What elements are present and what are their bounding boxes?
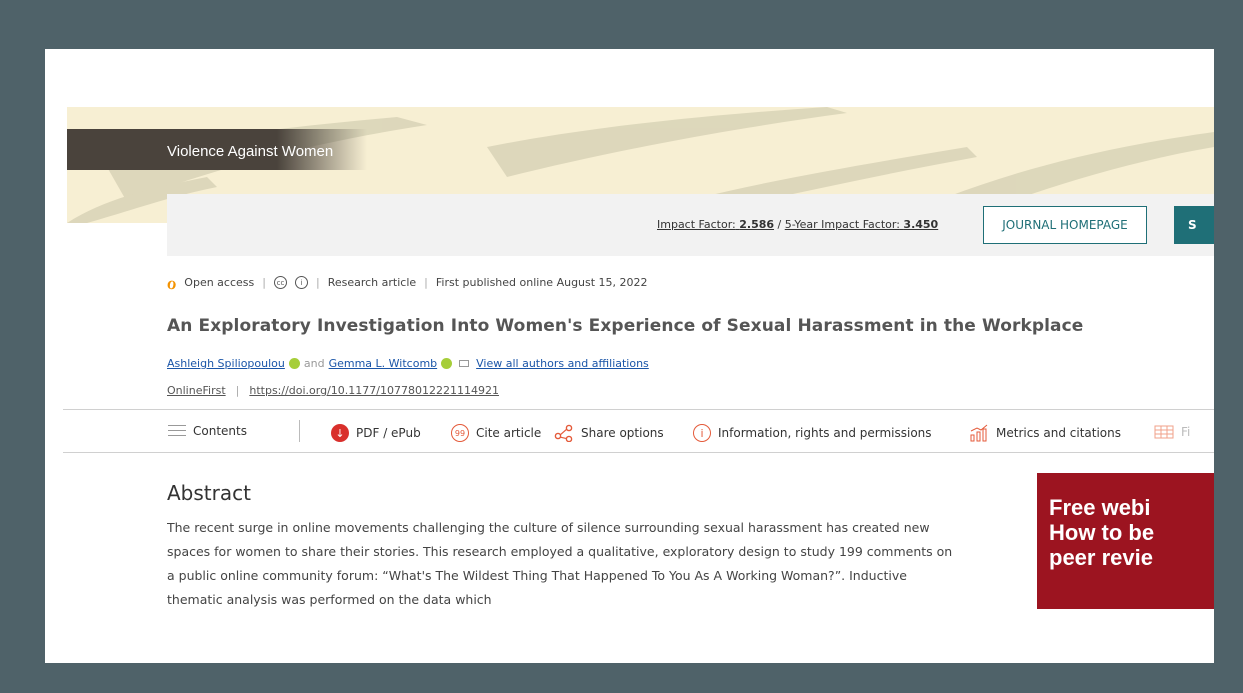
- author-list: Ashleigh Spiliopoulou and Gemma L. Witco…: [167, 357, 649, 370]
- information-rights-button[interactable]: i Information, rights and permissions: [693, 424, 932, 442]
- metrics-icon: [970, 424, 988, 442]
- download-icon: ↓: [331, 424, 349, 442]
- creative-commons-icon: cc: [273, 275, 287, 289]
- doi-link[interactable]: https://doi.org/10.1177/1077801222111492…: [249, 384, 499, 397]
- webinar-advertisement[interactable]: Free webi How to be peer revie: [1037, 473, 1214, 609]
- impact-factor-value: 2.586: [739, 218, 775, 231]
- doi-separator: |: [235, 384, 240, 397]
- journal-homepage-button[interactable]: JOURNAL HOMEPAGE: [983, 206, 1147, 244]
- cite-article-button[interactable]: 99 Cite article: [451, 424, 541, 442]
- impact-factor-link[interactable]: Impact Factor: 2.586: [657, 218, 774, 231]
- doi-row: OnlineFirst | https://doi.org/10.1177/10…: [167, 384, 499, 397]
- publication-status[interactable]: OnlineFirst: [167, 384, 226, 397]
- pdf-label: PDF / ePub: [356, 426, 421, 440]
- five-year-label: 5-Year Impact Factor:: [784, 218, 900, 231]
- open-access-label: Open access: [184, 275, 255, 289]
- five-year-value: 3.450: [903, 218, 939, 231]
- abstract-text: The recent surge in online movements cha…: [167, 520, 953, 607]
- abstract-heading: Abstract: [167, 481, 251, 505]
- page-card: Violence Against Women Impact Factor: 2.…: [45, 49, 1214, 663]
- attribution-icon: i: [294, 275, 308, 289]
- table-icon: [1154, 425, 1174, 439]
- article-type: Research article: [327, 275, 417, 289]
- quote-icon: 99: [451, 424, 469, 442]
- meta-separator: |: [262, 275, 266, 289]
- share-label: Share options: [581, 426, 664, 440]
- metrics-label: Metrics and citations: [996, 426, 1121, 440]
- share-options-button[interactable]: Share options: [554, 424, 664, 442]
- orcid-icon[interactable]: [288, 358, 300, 369]
- ad-text: Free webi How to be peer revie: [1049, 495, 1155, 570]
- submit-paper-button[interactable]: S: [1174, 206, 1214, 244]
- share-icon: [554, 424, 573, 442]
- meta-separator: |: [424, 275, 428, 289]
- author-link[interactable]: Ashleigh Spiliopoulou: [167, 357, 285, 370]
- publication-date: First published online August 15, 2022: [435, 275, 648, 289]
- meta-separator: |: [315, 275, 320, 289]
- cite-label: Cite article: [476, 426, 542, 440]
- info-icon: i: [693, 424, 711, 442]
- info-label: Information, rights and permissions: [718, 426, 932, 440]
- pdf-epub-button[interactable]: ↓ PDF / ePub: [331, 424, 421, 442]
- impact-factor-label: Impact Factor:: [657, 218, 736, 231]
- article-title: An Exploratory Investigation Into Women'…: [167, 316, 1084, 336]
- metrics-citations-button[interactable]: Metrics and citations: [969, 424, 1121, 442]
- figures-tables-button[interactable]: Fi: [1154, 424, 1190, 440]
- journal-title[interactable]: Violence Against Women: [167, 143, 333, 160]
- five-year-impact-link[interactable]: 5-Year Impact Factor: 3.450: [785, 218, 938, 231]
- author-conjunction: and: [303, 357, 325, 370]
- author-link[interactable]: Gemma L. Witcomb: [329, 357, 438, 370]
- toolbar-divider: [299, 420, 300, 442]
- contents-button[interactable]: Contents: [168, 424, 247, 438]
- list-icon: [168, 425, 186, 437]
- view-all-authors-link[interactable]: View all authors and affiliations: [476, 357, 649, 370]
- impact-factors: Impact Factor: 2.586 / 5-Year Impact Fac…: [657, 218, 938, 231]
- contents-label: Contents: [193, 424, 247, 438]
- orcid-icon[interactable]: [441, 358, 453, 369]
- article-meta: ℴ Open access | cc i | Research article …: [167, 270, 648, 294]
- mail-icon[interactable]: [459, 360, 470, 367]
- open-access-icon: ℴ: [167, 270, 177, 294]
- figures-label: Fi: [1181, 425, 1191, 439]
- impact-separator: /: [774, 218, 785, 231]
- article-toolbar: Contents ↓ PDF / ePub 99 Cite article Sh…: [63, 409, 1214, 453]
